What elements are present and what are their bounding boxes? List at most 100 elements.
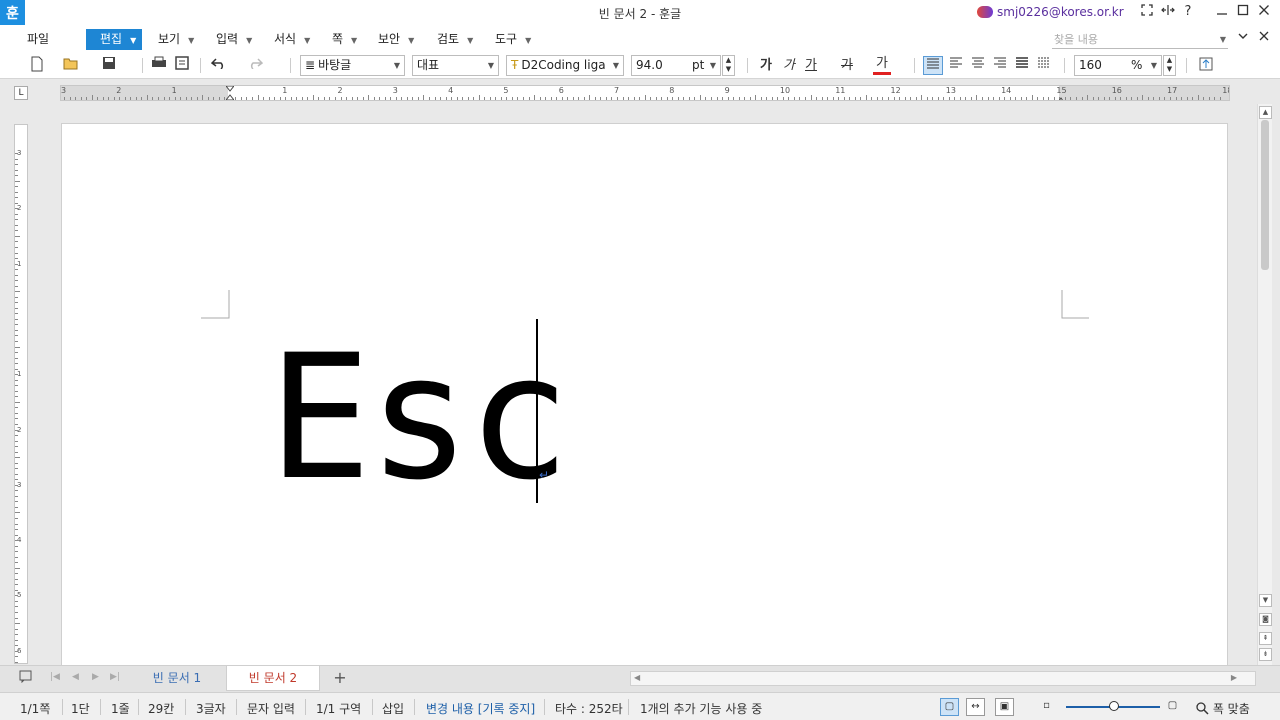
full-page-view-icon[interactable]: ▣ bbox=[995, 698, 1014, 716]
page-setup-icon[interactable] bbox=[1196, 56, 1216, 75]
zoom-slider-handle[interactable] bbox=[1109, 701, 1119, 711]
tab-doc-1[interactable]: 빈 문서 1 bbox=[132, 666, 222, 691]
close-icon[interactable] bbox=[1254, 4, 1274, 22]
status-input-mode[interactable]: 문자 입력 bbox=[247, 700, 295, 717]
align-left-icon[interactable] bbox=[946, 56, 966, 75]
ruler-tick bbox=[788, 97, 790, 100]
status-page[interactable]: 1/1쪽 bbox=[20, 700, 50, 717]
ruler-tick bbox=[522, 97, 524, 100]
status-track-changes[interactable]: 변경 내용 [기록 중지] bbox=[426, 700, 535, 717]
status-keystrokes: 타수 : 252타 bbox=[555, 702, 623, 716]
collapse-ribbon-icon[interactable] bbox=[1233, 30, 1253, 48]
undo-icon[interactable] bbox=[210, 56, 228, 75]
right-indent-marker-icon[interactable] bbox=[1057, 93, 1065, 100]
status-addon[interactable]: 1개의 추가 기능 사용 중 bbox=[640, 700, 762, 717]
preview-icon[interactable] bbox=[173, 56, 191, 75]
document-page[interactable]: Esc ↵ bbox=[61, 123, 1228, 665]
strikethrough-button[interactable]: 가 bbox=[838, 56, 856, 75]
font-color-button[interactable]: 가 bbox=[873, 56, 891, 75]
chevron-down-icon[interactable]: ▼ bbox=[1220, 31, 1226, 49]
fit-width-button[interactable]: 폭 맞춤 bbox=[1196, 700, 1250, 717]
page-view-icon[interactable]: ◙ bbox=[1259, 613, 1272, 626]
maximize-icon[interactable] bbox=[1233, 4, 1253, 22]
align-distribute-icon[interactable] bbox=[1012, 56, 1032, 75]
account-info[interactable]: smj0226@kores.or.kr bbox=[977, 5, 1124, 19]
menu-edit[interactable]: 편집 ▼ bbox=[86, 29, 143, 50]
redo-icon[interactable] bbox=[246, 56, 264, 75]
ruler-tick bbox=[15, 656, 18, 658]
print-icon[interactable] bbox=[150, 56, 168, 75]
vertical-ruler[interactable]: 321123456 bbox=[14, 124, 28, 664]
font-size-select[interactable]: 94.0 pt ▼ bbox=[631, 55, 721, 76]
menu-file[interactable]: 파일 bbox=[27, 29, 49, 50]
help-icon[interactable]: ? bbox=[1178, 4, 1198, 22]
ruler-tick bbox=[456, 97, 458, 100]
style-select[interactable]: ≣ 바탕글 ▼ bbox=[300, 55, 405, 76]
vertical-scrollbar[interactable]: ▲ ▼ ◙ ⇞ ⇟ bbox=[1257, 104, 1272, 665]
ruler-tick bbox=[428, 97, 430, 100]
scroll-thumb[interactable] bbox=[1261, 120, 1269, 270]
save-icon[interactable] bbox=[100, 56, 118, 75]
zoom-out-icon[interactable]: ▫ bbox=[1037, 698, 1056, 716]
menu-page[interactable]: 쪽 ▼ bbox=[332, 29, 357, 50]
find-input[interactable]: 찾을 내용 ▼ bbox=[1052, 31, 1228, 49]
style-value: 바탕글 bbox=[318, 58, 352, 72]
add-tab-button[interactable]: + bbox=[325, 666, 355, 691]
font-select[interactable]: Ŧ D2Coding liga ▼ bbox=[506, 55, 624, 76]
document-text[interactable]: Esc bbox=[268, 328, 571, 508]
ruler-tick bbox=[699, 95, 701, 100]
ruler-tick bbox=[15, 385, 18, 387]
first-tab-icon[interactable]: |◀ bbox=[50, 672, 60, 682]
horizontal-ruler[interactable]: 321123456789101112131415161718 bbox=[60, 85, 1230, 101]
scroll-up-icon[interactable]: ▲ bbox=[1259, 106, 1272, 119]
next-page-icon[interactable]: ⇟ bbox=[1259, 648, 1272, 661]
menu-insert[interactable]: 입력 ▼ bbox=[216, 29, 252, 50]
normal-view-icon[interactable]: ▢ bbox=[940, 698, 959, 716]
scroll-down-icon[interactable]: ▼ bbox=[1259, 594, 1272, 607]
open-folder-icon[interactable] bbox=[62, 56, 80, 75]
resize-icon[interactable] bbox=[1158, 4, 1178, 22]
indent-marker-icon[interactable] bbox=[225, 86, 235, 100]
line-spacing-select[interactable]: 160 % ▼ bbox=[1074, 55, 1162, 76]
prev-tab-icon[interactable]: ◀ bbox=[72, 672, 79, 682]
zoom-in-icon[interactable]: ▢ bbox=[1163, 698, 1182, 716]
italic-button[interactable]: 가 bbox=[780, 56, 798, 75]
ruler-tick bbox=[423, 95, 425, 100]
menu-format[interactable]: 서식 ▼ bbox=[274, 29, 310, 50]
menu-tools[interactable]: 도구 ▼ bbox=[495, 29, 531, 50]
fullscreen-icon[interactable] bbox=[1137, 4, 1157, 22]
scroll-left-icon[interactable]: ◀ bbox=[634, 673, 640, 682]
ruler-tick bbox=[15, 435, 18, 437]
bold-button[interactable]: 가 bbox=[757, 56, 775, 75]
close-doc-icon[interactable] bbox=[1254, 30, 1274, 48]
underline-button[interactable]: 가 bbox=[802, 56, 820, 75]
menu-security[interactable]: 보안 ▼ bbox=[378, 29, 414, 50]
align-center-icon[interactable] bbox=[968, 56, 988, 75]
font-size-stepper[interactable]: ▲ ▼ bbox=[722, 55, 735, 76]
horizontal-scrollbar[interactable]: ◀ ▶ bbox=[630, 671, 1256, 686]
ruler-tick bbox=[15, 623, 20, 625]
memo-icon[interactable] bbox=[17, 670, 33, 689]
menu-view[interactable]: 보기 ▼ bbox=[158, 29, 194, 50]
menu-review-label: 검토 bbox=[437, 32, 460, 46]
prev-page-icon[interactable]: ⇞ bbox=[1259, 632, 1272, 645]
last-tab-icon[interactable]: ▶| bbox=[110, 672, 120, 682]
align-divide-icon[interactable] bbox=[1034, 56, 1054, 75]
align-right-icon[interactable] bbox=[990, 56, 1010, 75]
ruler-corner-button[interactable]: L bbox=[14, 86, 28, 100]
minimize-icon[interactable] bbox=[1212, 4, 1232, 22]
menu-review[interactable]: 검토 ▼ bbox=[437, 29, 473, 50]
language-font-select[interactable]: 대표 ▼ bbox=[412, 55, 499, 76]
next-tab-icon[interactable]: ▶ bbox=[92, 672, 99, 682]
tab-doc-2[interactable]: 빈 문서 2 bbox=[226, 666, 320, 691]
line-spacing-stepper[interactable]: ▲ ▼ bbox=[1163, 55, 1176, 76]
ruler-tick bbox=[1158, 97, 1160, 100]
ruler-label: 11 bbox=[835, 86, 846, 95]
fit-width-view-icon[interactable]: ↔ bbox=[966, 698, 985, 716]
ruler-tick bbox=[993, 97, 995, 100]
scroll-right-icon[interactable]: ▶ bbox=[1231, 673, 1237, 682]
new-document-icon[interactable] bbox=[28, 56, 46, 75]
align-justify-icon[interactable] bbox=[923, 56, 943, 75]
status-insert-mode[interactable]: 삽입 bbox=[382, 700, 404, 717]
ruler-tick bbox=[15, 318, 18, 320]
